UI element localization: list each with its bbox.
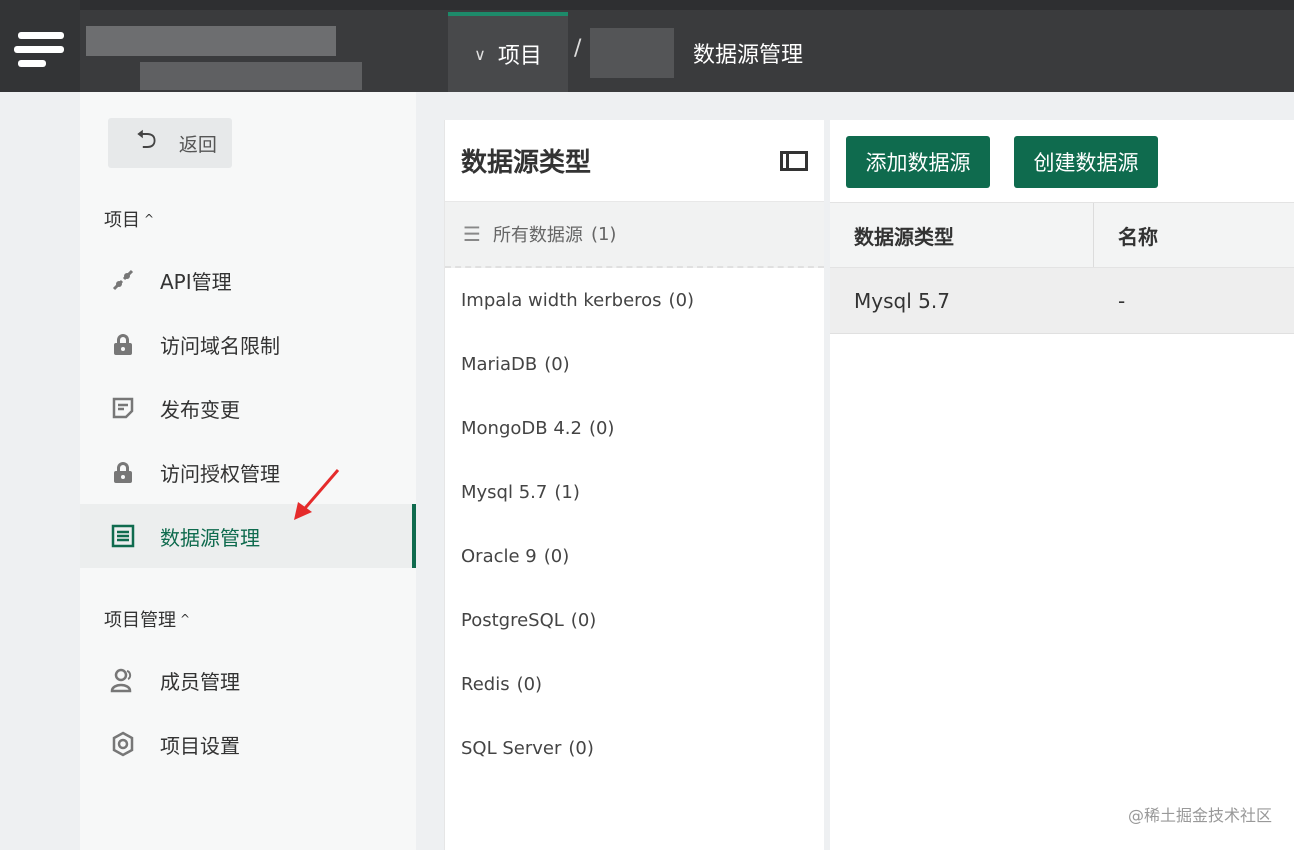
type-count: (1) <box>554 481 580 503</box>
sidebar-item-label: API管理 <box>160 269 232 294</box>
types-panel-title: 数据源类型 <box>461 148 592 178</box>
sidebar-item-label: 项目设置 <box>160 733 240 758</box>
type-name: Redis <box>461 673 510 695</box>
logo[interactable] <box>0 0 80 92</box>
type-count: (0) <box>588 417 615 439</box>
project-dropdown-label: 项目 <box>497 44 542 69</box>
type-name: Mysql 5.7 <box>461 481 548 503</box>
type-name: Oracle 9 <box>461 545 537 567</box>
breadcrumb-current: 数据源管理 <box>693 43 804 68</box>
create-datasource-button[interactable]: 创建数据源 <box>1014 136 1158 188</box>
table-row[interactable]: Mysql 5.7 - <box>830 268 1294 334</box>
type-item-sqlserver[interactable]: SQL Server (0) <box>445 716 824 780</box>
all-datasources-item[interactable]: ☰ 所有数据源 (1) <box>445 202 824 268</box>
sidebar-item-datasource[interactable]: 数据源管理 <box>80 504 416 568</box>
datasource-table-panel: 添加数据源 创建数据源 数据源类型 名称 Mysql 5.7 - <box>830 120 1294 850</box>
column-header-type[interactable]: 数据源类型 <box>830 203 1094 267</box>
project-dropdown[interactable]: ∨ 项目 <box>448 12 568 92</box>
sidebar-item-api[interactable]: API管理 <box>80 248 416 312</box>
watermark: @稀土掘金技术社区 <box>1127 806 1272 825</box>
type-count: (0) <box>668 289 695 311</box>
breadcrumb-separator: / <box>574 36 582 61</box>
section-title-project-manage[interactable]: 项目管理 ^ <box>104 606 190 632</box>
type-count: (0) <box>543 545 570 567</box>
list-icon: ☰ <box>463 222 481 246</box>
type-item-oracle[interactable]: Oracle 9 (0) <box>445 524 824 588</box>
sidebar-item-auth[interactable]: 访问授权管理 <box>80 440 416 504</box>
project-name-blurred[interactable] <box>590 28 674 78</box>
sidebar-item-label: 数据源管理 <box>160 525 260 550</box>
back-button[interactable]: ⮌ 返回 <box>108 118 232 168</box>
all-datasources-label: 所有数据源 <box>492 225 583 246</box>
active-indicator <box>412 504 416 568</box>
sidebar-item-label: 访问授权管理 <box>160 461 280 486</box>
undo-arrow-icon: ⮌ <box>136 125 157 155</box>
type-count: (0) <box>568 737 594 759</box>
add-datasource-button[interactable]: 添加数据源 <box>846 136 990 188</box>
type-name: MongoDB 4.2 <box>461 417 582 439</box>
user-icon <box>108 665 138 695</box>
caret-up-icon: ^ <box>180 612 191 626</box>
sidebar-item-label: 发布变更 <box>160 397 240 422</box>
sidebar-item-label: 成员管理 <box>160 669 240 694</box>
section-title-project-manage-label: 项目管理 <box>104 610 176 631</box>
types-list: Impala width kerberos (0) MariaDB (0) Mong… <box>445 268 824 780</box>
sidebar-item-label: 访问域名限制 <box>160 333 280 358</box>
type-count: (0) <box>516 673 543 695</box>
types-panel-header: 数据源类型 <box>445 120 824 202</box>
collapse-panel-icon[interactable] <box>780 150 808 171</box>
type-item-postgresql[interactable]: PostgreSQL (0) <box>445 588 824 652</box>
caret-up-icon: ^ <box>144 212 155 226</box>
type-item-redis[interactable]: Redis (0) <box>445 652 824 716</box>
all-datasources-count: (1) <box>590 223 617 245</box>
chevron-down-icon: ∨ <box>474 44 486 64</box>
section-title-project[interactable]: 项目 ^ <box>104 206 154 232</box>
sidebar-item-publish[interactable]: 发布变更 <box>80 376 416 440</box>
back-button-label: 返回 <box>178 133 217 156</box>
type-item-mysql[interactable]: Mysql 5.7 (1) <box>445 460 824 524</box>
datasource-icon <box>108 521 138 551</box>
workspace-name-blurred <box>86 26 336 56</box>
cell-name: - <box>1118 288 1126 313</box>
section-title-project-label: 项目 <box>104 210 140 231</box>
type-count: (0) <box>544 353 570 375</box>
type-item-mongodb[interactable]: MongoDB 4.2 (0) <box>445 396 824 460</box>
type-name: MariaDB <box>461 353 538 375</box>
annotation-arrow-icon <box>294 469 340 520</box>
note-icon <box>108 393 138 423</box>
sidebar-item-members[interactable]: 成员管理 <box>80 648 416 712</box>
cell-type: Mysql 5.7 <box>854 288 950 313</box>
lock-icon <box>108 457 138 487</box>
gear-icon <box>108 729 138 759</box>
column-header-name[interactable]: 名称 <box>1094 203 1158 267</box>
top-bar: ∨ 项目 / 数据源管理 <box>0 0 1294 92</box>
workspace-subtitle-blurred <box>140 62 362 90</box>
sidebar-item-domain-limit[interactable]: 访问域名限制 <box>80 312 416 376</box>
table-header: 数据源类型 名称 <box>830 202 1294 268</box>
datasource-types-panel: 数据源类型 ☰ 所有数据源 (1) Impala width kerberos (… <box>444 120 824 850</box>
sidebar: ⮌ 返回 项目 ^ API管理 访问域名限制 发布变更 访问授权管理 数据源管理 <box>80 92 416 850</box>
type-item-impala[interactable]: Impala width kerberos (0) <box>445 268 824 332</box>
type-item-mariadb[interactable]: MariaDB (0) <box>445 332 824 396</box>
type-name: PostgreSQL <box>461 609 564 631</box>
type-count: (0) <box>570 609 597 631</box>
sidebar-item-settings[interactable]: 项目设置 <box>80 712 416 776</box>
lock-icon <box>108 329 138 359</box>
top-strip <box>0 0 1294 10</box>
api-icon <box>108 265 138 295</box>
type-name: SQL Server <box>461 737 562 759</box>
type-name: Impala width kerberos <box>461 289 662 311</box>
